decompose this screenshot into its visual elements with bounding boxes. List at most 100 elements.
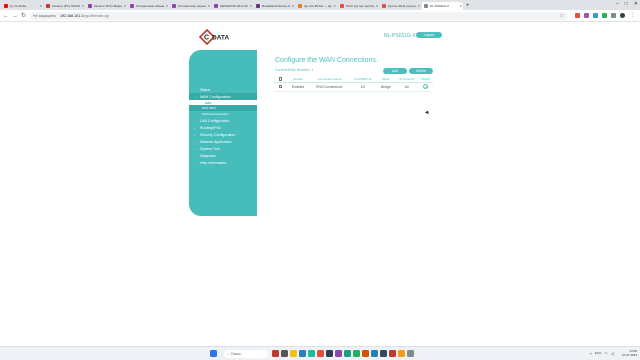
select-all-checkbox[interactable] xyxy=(278,77,283,81)
add-button[interactable]: Add xyxy=(383,68,407,74)
device-model: NL-PS011G-X xyxy=(384,33,416,39)
delete-button[interactable]: Delete xyxy=(409,68,433,74)
taskbar-app-icon[interactable] xyxy=(389,350,396,357)
tab-favicon-icon xyxy=(130,4,134,8)
row-select-cell[interactable] xyxy=(274,82,287,92)
sidebar-item-label: Help Information xyxy=(200,160,227,165)
close-tab-icon[interactable]: ✕ xyxy=(459,4,462,8)
taskbar-search[interactable]: ⌕ Поиск xyxy=(224,350,268,358)
row-checkbox[interactable] xyxy=(278,84,283,89)
file-explorer-icon[interactable] xyxy=(290,350,297,357)
close-tab-icon[interactable]: ✕ xyxy=(417,4,420,8)
new-tab-button[interactable]: + xyxy=(466,2,470,10)
sidebar-menu: › Status ⌄ WAN Configuration WAN IPv4 WA… xyxy=(189,50,257,216)
tab-title: Каталог (РС) TRASS Т... xyxy=(52,4,81,8)
kebab-menu-icon[interactable]: ⋮ xyxy=(630,13,635,18)
taskbar-app-icon[interactable] xyxy=(335,350,342,357)
chevron-up-icon[interactable]: ˄ xyxy=(590,351,592,356)
browser-tab[interactable]: Каталог (РС) TRASS Т...✕ xyxy=(44,2,85,10)
maximize-icon[interactable]: □ xyxy=(625,1,628,7)
taskbar-app-icon[interactable] xyxy=(371,350,378,357)
sidebar-item-wan-configuration[interactable]: ⌄ WAN Configuration xyxy=(189,93,257,100)
sidebar-subitem-label: IPv4 WAN xyxy=(202,106,216,110)
enable-cell: Enabled xyxy=(286,82,310,92)
sidebar-item-network-application[interactable]: › Network Application xyxy=(189,138,257,145)
taskbar-app-icon[interactable] xyxy=(407,350,414,357)
browser-tab[interactable]: Каталог Wi-Fi Маршру...✕ xyxy=(86,2,127,10)
url-field[interactable]: Не защищено 192.168.101.1 /cgi-bin/main.… xyxy=(30,12,568,20)
edge-icon[interactable] xyxy=(299,350,306,357)
close-tab-icon[interactable]: ✕ xyxy=(291,4,294,8)
sidebar-item-routing-ipv6[interactable]: › Routing/IPv6 xyxy=(189,124,257,131)
extension-icon[interactable] xyxy=(593,13,598,18)
star-icon[interactable]: ☆ xyxy=(560,13,564,19)
close-tab-icon[interactable]: ✕ xyxy=(165,4,168,8)
wifi-icon[interactable]: ◠ xyxy=(604,351,608,356)
close-tab-icon[interactable]: ✕ xyxy=(333,4,336,8)
browser-tab[interactable]: Оптоволокно абонента...✕ xyxy=(128,2,169,10)
browser-tab[interactable]: Оптоволокно перекл... ✕ xyxy=(170,2,211,10)
store-icon[interactable] xyxy=(308,350,315,357)
taskbar-app-icon[interactable] xyxy=(362,350,369,357)
sidebar-item-status[interactable]: › Status xyxy=(189,86,257,93)
reload-icon[interactable]: ↻ xyxy=(21,13,26,19)
table-row: Enabled IPoEConnection1 1/0 Bridge All xyxy=(274,82,433,92)
sidebar-item-diagnosis[interactable]: › Diagnosis xyxy=(189,152,257,159)
close-tab-icon[interactable]: ✕ xyxy=(81,4,84,8)
browser-tab[interactable]: Купить Wi-Fi роутер... ✕ xyxy=(380,2,421,10)
chevron-right-icon: › xyxy=(194,160,195,165)
back-icon[interactable]: ← xyxy=(3,13,9,19)
extension-icon[interactable] xyxy=(575,13,580,18)
close-tab-icon[interactable]: ✕ xyxy=(39,4,42,8)
start-icon[interactable] xyxy=(210,350,217,357)
taskbar-app-icon[interactable] xyxy=(380,350,387,357)
sidebar-item-security-configuration[interactable]: › Security Configuration xyxy=(189,131,257,138)
browser-tab[interactable]: Igr ontv lift link — Ну... ✕ xyxy=(296,2,337,10)
browser-tab[interactable]: Wi-Fi роутер проблем...✕ xyxy=(338,2,379,10)
browser-tab[interactable]: GE/GEPON Wi-Fi Router...✕ xyxy=(212,2,253,10)
chevron-right-icon: › xyxy=(194,125,195,130)
page-title: Configure the WAN Connections. xyxy=(275,57,378,64)
language-indicator[interactable]: ENG xyxy=(595,351,602,356)
cdata-logo: C DATA xyxy=(198,28,235,46)
profile-avatar[interactable] xyxy=(620,13,625,18)
browser-tab-bar: (1) YouTube✕Каталог (РС) TRASS Т...✕Ката… xyxy=(0,0,640,10)
browser-tab[interactable]: Broadband Device Ac... ✕ xyxy=(254,2,295,10)
chevron-right-icon: › xyxy=(194,132,195,137)
tab-title: Igr ontv lift link — Ну... xyxy=(304,4,333,8)
taskbar-app-icon[interactable] xyxy=(353,350,360,357)
close-tab-icon[interactable]: ✕ xyxy=(207,4,210,8)
router-page: C DATA NL-PS011G-X Logout › Status ⌄ WAN… xyxy=(0,22,640,346)
logout-button[interactable]: Logout xyxy=(416,32,442,38)
sidebar-item-lan-configuration[interactable]: › LAN Configuration xyxy=(189,117,257,124)
puzzle-icon[interactable] xyxy=(611,13,616,18)
close-tab-icon[interactable]: ✕ xyxy=(123,4,126,8)
edit-icon[interactable] xyxy=(423,83,429,89)
task-view-icon[interactable] xyxy=(281,350,288,357)
forward-icon[interactable]: → xyxy=(12,13,18,19)
volume-icon[interactable]: ◁ xyxy=(611,351,614,356)
minimize-icon[interactable]: – xyxy=(616,1,619,7)
sidebar-item-system-tool[interactable]: › System Tool xyxy=(189,145,257,152)
chrome-icon[interactable] xyxy=(317,350,324,357)
taskbar-app-icon[interactable] xyxy=(398,350,405,357)
close-window-icon[interactable]: ✕ xyxy=(634,1,638,7)
taskbar-app-icon[interactable] xyxy=(272,350,279,357)
browser-tab[interactable]: (1) YouTube ✕ xyxy=(2,2,43,10)
taskbar-app-icon[interactable] xyxy=(344,350,351,357)
search-placeholder: Поиск xyxy=(230,352,241,356)
wan-connections-table: Enable Connection Name VLAN/802.1p Mode … xyxy=(274,76,433,92)
tab-favicon-icon xyxy=(172,4,176,8)
taskbar-app-icon[interactable] xyxy=(326,350,333,357)
chevron-right-icon: › xyxy=(194,87,195,92)
security-status[interactable]: Не защищено xyxy=(33,14,56,18)
close-tab-icon[interactable]: ✕ xyxy=(249,4,252,8)
mouse-cursor xyxy=(425,109,430,115)
extension-icon[interactable] xyxy=(602,13,607,18)
sidebar-item-help-information[interactable]: › Help Information xyxy=(189,159,257,166)
chevron-down-icon: ⌄ xyxy=(194,94,197,99)
clock[interactable]: 13:06 10.07.2024 xyxy=(622,349,637,357)
extension-icon[interactable] xyxy=(584,13,589,18)
close-tab-icon[interactable]: ✕ xyxy=(375,4,378,8)
browser-tab[interactable]: NL-PS011G-X ✕ xyxy=(422,2,463,10)
